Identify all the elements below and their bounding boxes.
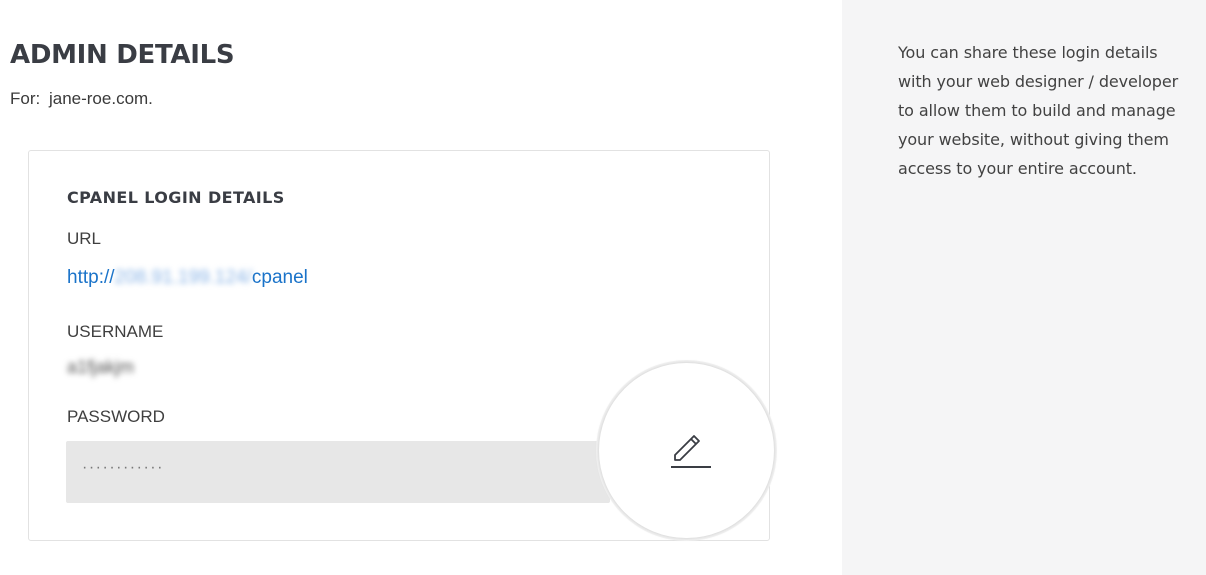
username-value: a1fjakjm xyxy=(67,357,135,377)
url-label: URL xyxy=(67,229,102,248)
url-prefix: http:// xyxy=(67,267,115,288)
url-suffix: cpanel xyxy=(251,267,308,288)
cpanel-login-card: CPANEL LOGIN DETAILS URL http://208.91.1… xyxy=(28,150,774,541)
password-field[interactable]: ············ xyxy=(66,441,610,503)
help-text: You can share these login details with y… xyxy=(898,43,1179,178)
page-title: ADMIN DETAILS xyxy=(10,40,235,70)
page: ADMIN DETAILS For: jane-roe.com. CPANEL … xyxy=(0,0,1206,575)
help-sidebar: You can share these login details with y… xyxy=(842,0,1206,575)
main-content: ADMIN DETAILS For: jane-roe.com. CPANEL … xyxy=(0,0,842,575)
username-label: USERNAME xyxy=(67,322,164,341)
password-label: PASSWORD xyxy=(67,407,165,426)
password-value: ············ xyxy=(82,459,164,476)
cpanel-url-link[interactable]: http://208.91.199.124/cpanel xyxy=(67,267,308,289)
for-label: For: xyxy=(10,89,41,108)
domain-line: For: jane-roe.com. xyxy=(10,89,153,109)
edit-password-button[interactable] xyxy=(599,363,774,538)
url-redacted-ip: 208.91.199.124/ xyxy=(114,267,252,288)
domain-value: jane-roe.com. xyxy=(48,89,153,108)
pencil-icon xyxy=(671,435,711,468)
card-title: CPANEL LOGIN DETAILS xyxy=(67,188,285,207)
